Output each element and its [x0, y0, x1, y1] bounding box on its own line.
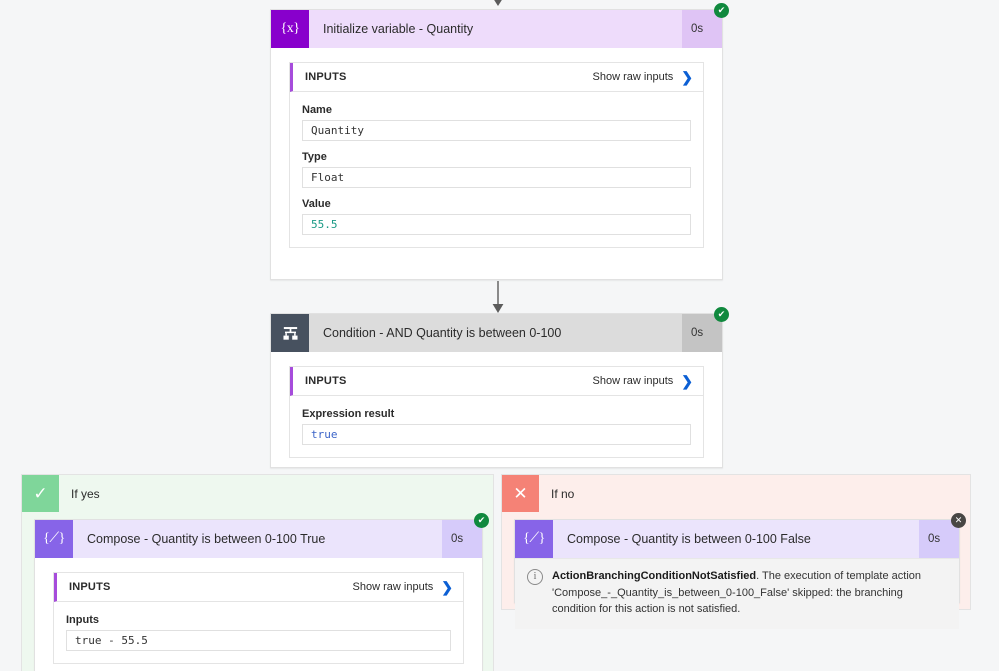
branch-label: If no — [551, 486, 575, 501]
inputs-panel-body: Inputs true - 55.5 — [54, 602, 463, 663]
field-label: Expression result — [302, 408, 395, 420]
inputs-panel: INPUTS Show raw inputs ❯ Name Quantity T… — [289, 62, 704, 248]
action-card-body: INPUTS Show raw inputs ❯ Expression resu… — [271, 352, 722, 476]
connector-arrow-middle — [488, 281, 508, 314]
chevron-right-icon[interactable]: ❯ — [441, 580, 453, 594]
chevron-right-icon[interactable]: ❯ — [681, 70, 693, 84]
action-title: Compose - Quantity is between 0-100 Fals… — [553, 520, 919, 558]
branch-header[interactable]: ✕ If no — [502, 475, 970, 512]
inputs-panel: INPUTS Show raw inputs ❯ Expression resu… — [289, 366, 704, 458]
field-inputs: Inputs true - 55.5 — [66, 614, 451, 651]
field-value: Float — [302, 167, 691, 188]
inputs-panel: INPUTS Show raw inputs ❯ Inputs true - 5… — [53, 572, 464, 664]
action-card-header[interactable]: {x} Initialize variable - Quantity 0s ✔ — [271, 3, 729, 48]
compose-braces-pencil-icon: {⟋} — [35, 520, 73, 558]
status-badge-skipped: ✕ — [951, 513, 966, 528]
action-card-compose-false[interactable]: {⟋} Compose - Quantity is between 0-100 … — [514, 513, 966, 629]
inputs-panel-body: Name Quantity Type Float Value 55.5 — [290, 92, 703, 247]
inputs-panel-header: INPUTS Show raw inputs ❯ — [290, 367, 703, 396]
branch-body: {⟋} Compose - Quantity is between 0-100 … — [22, 512, 493, 671]
variable-braces-x-icon: {x} — [271, 10, 309, 48]
skipped-message-code: ActionBranchingConditionNotSatisfied — [552, 570, 757, 582]
field-value: Quantity — [302, 120, 691, 141]
status-badge-succeeded: ✔ — [474, 513, 489, 528]
skipped-message-text: ActionBranchingConditionNotSatisfied. Th… — [552, 568, 947, 618]
action-card-header[interactable]: Condition - AND Quantity is between 0-10… — [271, 307, 729, 352]
compose-braces-pencil-icon: {⟋} — [515, 520, 553, 558]
inputs-panel-header: INPUTS Show raw inputs ❯ — [290, 63, 703, 92]
field-expression-result: Expression result true — [302, 408, 691, 445]
branch-body: {⟋} Compose - Quantity is between 0-100 … — [502, 512, 970, 629]
action-title: Condition - AND Quantity is between 0-10… — [309, 314, 682, 352]
field-value: 55.5 — [302, 214, 691, 235]
branch-if-yes: ✓ If yes {⟋} Compose - Quantity is betwe… — [21, 474, 494, 671]
field-label: Value — [302, 198, 331, 210]
branch-if-no: ✕ If no {⟋} Compose - Quantity is betwee… — [501, 474, 971, 629]
action-card-body: INPUTS Show raw inputs ❯ Inputs true - 5… — [35, 558, 482, 671]
field-label: Inputs — [66, 614, 99, 626]
status-badge-succeeded: ✔ — [714, 307, 729, 322]
run-history-canvas: {x} Initialize variable - Quantity 0s ✔ … — [0, 0, 999, 671]
action-title: Initialize variable - Quantity — [309, 10, 682, 48]
condition-branch-icon — [271, 314, 309, 352]
inputs-panel-label: INPUTS — [305, 71, 347, 83]
action-card-compose-true[interactable]: {⟋} Compose - Quantity is between 0-100 … — [34, 513, 489, 671]
close-icon: ✕ — [502, 475, 539, 512]
inputs-panel-body: Expression result true — [290, 396, 703, 457]
check-icon: ✓ — [22, 475, 59, 512]
action-card-header[interactable]: {⟋} Compose - Quantity is between 0-100 … — [515, 513, 966, 558]
status-badge-succeeded: ✔ — [714, 3, 729, 18]
inputs-panel-label: INPUTS — [305, 375, 347, 387]
field-label: Type — [302, 151, 327, 163]
show-raw-inputs-link[interactable]: Show raw inputs — [593, 375, 674, 387]
action-card-body: INPUTS Show raw inputs ❯ Name Quantity T… — [271, 48, 722, 266]
field-value: true - 55.5 — [66, 630, 451, 651]
action-card-condition[interactable]: Condition - AND Quantity is between 0-10… — [270, 307, 729, 468]
field-type: Type Float — [302, 151, 691, 188]
field-name: Name Quantity — [302, 104, 691, 141]
branch-label: If yes — [71, 486, 100, 501]
action-card-initialize-variable[interactable]: {x} Initialize variable - Quantity 0s ✔ … — [270, 3, 729, 280]
field-value: true — [302, 424, 691, 445]
chevron-right-icon[interactable]: ❯ — [681, 374, 693, 388]
show-raw-inputs-link[interactable]: Show raw inputs — [593, 71, 674, 83]
info-circle-icon: i — [527, 569, 543, 585]
inputs-panel-header: INPUTS Show raw inputs ❯ — [54, 573, 463, 602]
action-card-header[interactable]: {⟋} Compose - Quantity is between 0-100 … — [35, 513, 489, 558]
action-title: Compose - Quantity is between 0-100 True — [73, 520, 442, 558]
connector-arrow-top — [488, 0, 508, 8]
field-value-row: Value 55.5 — [302, 198, 691, 235]
inputs-panel-label: INPUTS — [69, 581, 111, 593]
branch-header[interactable]: ✓ If yes — [22, 475, 493, 512]
show-raw-inputs-link[interactable]: Show raw inputs — [353, 581, 434, 593]
field-label: Name — [302, 104, 332, 116]
skipped-message: i ActionBranchingConditionNotSatisfied. … — [515, 558, 959, 629]
